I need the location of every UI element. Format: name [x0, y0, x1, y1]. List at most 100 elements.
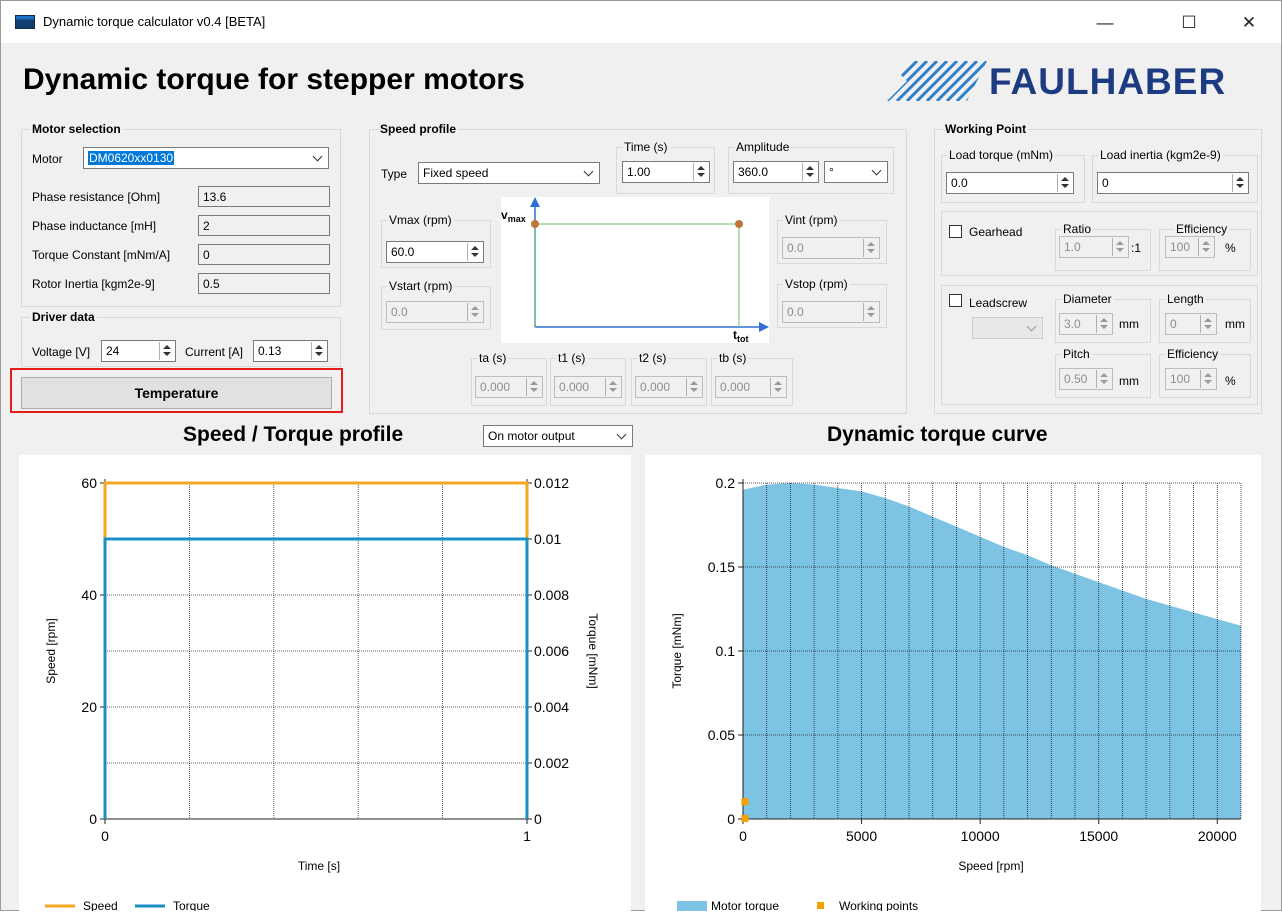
- spinner-icon[interactable]: [1232, 174, 1247, 192]
- legend-swatch: [817, 902, 824, 909]
- y2-axis-label: Torque [mNm]: [586, 613, 600, 688]
- motor-selection-title: Motor selection: [30, 122, 123, 136]
- amplitude-label: Amplitude: [734, 140, 792, 154]
- spinner-icon[interactable]: [693, 163, 708, 181]
- torque-constant-value: 0: [198, 244, 330, 265]
- current-input[interactable]: 0.13: [253, 340, 328, 362]
- spinner-icon[interactable]: [526, 378, 541, 396]
- leadscrew-checkbox[interactable]: [949, 294, 962, 307]
- t1-value: 0.000: [559, 380, 590, 394]
- load-torque-input[interactable]: 0.0: [946, 172, 1074, 194]
- t1-input[interactable]: 0.000: [554, 376, 622, 398]
- length-unit: mm: [1225, 317, 1245, 331]
- spinner-icon[interactable]: [605, 378, 620, 396]
- voltage-input[interactable]: 24: [101, 340, 176, 362]
- ratio-input[interactable]: 1.0: [1059, 236, 1129, 258]
- amplitude-input[interactable]: 360.0: [733, 161, 819, 183]
- legend-label: Torque: [173, 899, 210, 911]
- amplitude-value: 360.0: [738, 165, 769, 179]
- ta-value: 0.000: [480, 380, 511, 394]
- pitch-input[interactable]: 0.50: [1059, 368, 1113, 390]
- screw-efficiency-value: 100: [1170, 372, 1191, 386]
- amplitude-unit-select[interactable]: °: [824, 161, 888, 183]
- vint-input[interactable]: 0.0: [782, 237, 880, 259]
- maximize-button[interactable]: ☐: [1166, 9, 1212, 37]
- dynamic-torque-chart: 0 0.05 0.1 0.15 0.2 0 5000 10000 15000 20000 Speed…: [670, 475, 1242, 913]
- ta-input[interactable]: 0.000: [475, 376, 543, 398]
- diameter-unit: mm: [1119, 317, 1139, 331]
- load-torque-value: 0.0: [951, 176, 968, 190]
- pitch-unit: mm: [1119, 374, 1139, 388]
- logo-text: FAULHABER: [989, 61, 1227, 102]
- diameter-value: 3.0: [1064, 317, 1081, 331]
- spinner-icon[interactable]: [467, 243, 482, 261]
- legend-label: Working points: [839, 899, 918, 911]
- leadscrew-select[interactable]: [972, 317, 1043, 339]
- x-tick-label: 0: [101, 828, 109, 844]
- output-select[interactable]: On motor output: [483, 425, 633, 447]
- y-tick-label: 0: [727, 811, 735, 827]
- vstart-input[interactable]: 0.0: [386, 301, 484, 323]
- t2-label: t2 (s): [637, 351, 669, 365]
- profile-type-select[interactable]: Fixed speed: [418, 162, 600, 184]
- page-title: Dynamic torque for stepper motors: [23, 63, 525, 96]
- x-tick-label: 10000: [961, 828, 1000, 844]
- y-tick-label: 20: [81, 699, 97, 715]
- spinner-icon[interactable]: [1096, 315, 1111, 333]
- spinner-icon[interactable]: [159, 342, 174, 360]
- dynamic-curve-title: Dynamic torque curve: [827, 423, 1048, 446]
- load-inertia-input[interactable]: 0: [1097, 172, 1249, 194]
- vmax-label: Vmax (rpm): [387, 213, 454, 227]
- spinner-icon[interactable]: [1200, 370, 1215, 388]
- spinner-icon[interactable]: [770, 378, 785, 396]
- time-input[interactable]: 1.00: [622, 161, 710, 183]
- leadscrew-label: Leadscrew: [969, 296, 1028, 310]
- x-tick-label: 1: [523, 828, 531, 844]
- profile-diagram: vmax ttot: [501, 197, 769, 344]
- vstart-label: Vstart (rpm): [387, 279, 455, 293]
- spinner-icon[interactable]: [1200, 315, 1215, 333]
- diameter-label: Diameter: [1061, 292, 1114, 306]
- spinner-icon[interactable]: [686, 378, 701, 396]
- series-line-torque: [103, 537, 529, 819]
- t2-input[interactable]: 0.000: [635, 376, 703, 398]
- screw-efficiency-unit: %: [1225, 374, 1236, 388]
- output-select-value: On motor output: [488, 429, 575, 443]
- pitch-label: Pitch: [1061, 347, 1092, 361]
- length-input[interactable]: 0: [1165, 313, 1217, 335]
- spinner-icon[interactable]: [311, 342, 326, 360]
- y-tick-label: 40: [81, 587, 97, 603]
- close-button[interactable]: ✕: [1226, 9, 1272, 37]
- spinner-icon[interactable]: [802, 163, 817, 181]
- spinner-icon[interactable]: [863, 303, 878, 321]
- spinner-icon[interactable]: [863, 239, 878, 257]
- highlight-box: [10, 368, 343, 413]
- voltage-value: 24: [106, 344, 120, 358]
- phase-inductance-label: Phase inductance [mH]: [32, 219, 157, 233]
- spinner-icon[interactable]: [467, 303, 482, 321]
- spinner-icon[interactable]: [1198, 238, 1213, 256]
- spinner-icon[interactable]: [1057, 174, 1072, 192]
- y-tick-label: 0.2: [716, 475, 736, 491]
- screw-efficiency-label: Efficiency: [1165, 347, 1221, 361]
- vmax-input[interactable]: 60.0: [386, 241, 484, 263]
- tb-input[interactable]: 0.000: [715, 376, 787, 398]
- arrow-right-icon: [759, 322, 769, 332]
- y-tick-label: 0.05: [708, 727, 735, 743]
- spinner-icon[interactable]: [1096, 370, 1111, 388]
- gearhead-checkbox[interactable]: [949, 225, 962, 238]
- y2-tick-label: 0.004: [534, 699, 569, 715]
- gear-efficiency-input[interactable]: 100: [1165, 236, 1215, 258]
- motor-select[interactable]: DM0620xx0130: [83, 147, 329, 169]
- rotor-inertia-label: Rotor Inertia [kgm2e-9]: [32, 277, 155, 291]
- legend-swatch: [677, 901, 707, 911]
- load-inertia-label: Load inertia (kgm2e-9): [1098, 148, 1223, 162]
- vstop-input[interactable]: 0.0: [782, 301, 880, 323]
- spinner-icon[interactable]: [1112, 238, 1127, 256]
- current-label: Current [A]: [185, 345, 244, 359]
- minimize-button[interactable]: —: [1082, 9, 1128, 37]
- gear-efficiency-label: Efficiency: [1174, 222, 1230, 236]
- y2-tick-label: 0.006: [534, 643, 569, 659]
- screw-efficiency-input[interactable]: 100: [1165, 368, 1217, 390]
- diameter-input[interactable]: 3.0: [1059, 313, 1113, 335]
